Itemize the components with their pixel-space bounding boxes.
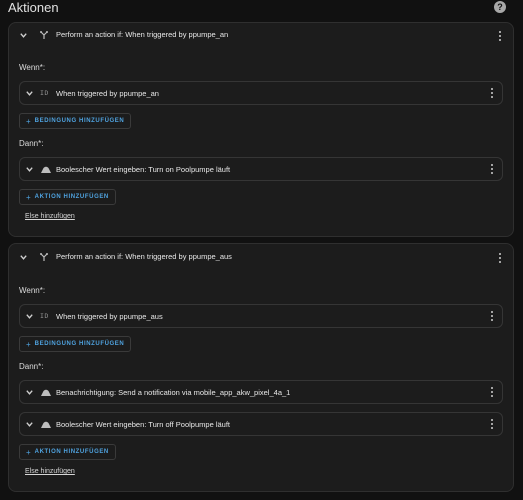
- more-menu-icon[interactable]: [489, 418, 495, 430]
- choose-action-card: Perform an action if: When triggered by …: [8, 243, 514, 492]
- action-title: Boolescher Wert eingeben: Turn off Poolp…: [56, 420, 230, 429]
- choose-branch-icon: [38, 30, 50, 40]
- card-title: Perform an action if: When triggered by …: [56, 30, 229, 39]
- service-icon: [40, 419, 52, 429]
- plus-icon: +: [26, 447, 31, 457]
- add-condition-button[interactable]: + BEDINGUNG HINZUFÜGEN: [19, 113, 132, 129]
- page-header: Aktionen ?: [0, 0, 523, 18]
- section-label-wenn: Wenn*:: [19, 286, 46, 295]
- condition-row[interactable]: ID When triggered by ppumpe_an: [19, 81, 503, 105]
- plus-icon: +: [26, 116, 31, 126]
- more-menu-icon[interactable]: [489, 163, 495, 175]
- condition-title: When triggered by ppumpe_aus: [56, 312, 163, 321]
- card-header[interactable]: Perform an action if: When triggered by …: [9, 23, 513, 49]
- add-else-link[interactable]: Else hinzufügen: [25, 468, 75, 475]
- more-menu-icon[interactable]: [489, 87, 495, 99]
- action-title: Benachrichtigung: Send a notification vi…: [56, 388, 291, 397]
- section-label-dann: Dann*:: [19, 362, 44, 371]
- more-menu-icon[interactable]: [489, 386, 495, 398]
- plus-icon: +: [26, 192, 31, 202]
- page-title: Aktionen: [8, 0, 59, 15]
- more-menu-icon[interactable]: [497, 30, 503, 42]
- plus-icon: +: [26, 339, 31, 349]
- help-icon[interactable]: ?: [494, 1, 506, 13]
- more-menu-icon[interactable]: [489, 310, 495, 322]
- add-action-label: AKTION HINZUFÜGEN: [34, 194, 109, 200]
- chevron-down-icon[interactable]: [24, 419, 34, 429]
- add-action-button[interactable]: + AKTION HINZUFÜGEN: [19, 444, 116, 460]
- chevron-down-icon[interactable]: [24, 311, 34, 321]
- more-menu-icon[interactable]: [497, 252, 503, 264]
- section-label-dann: Dann*:: [19, 139, 44, 148]
- chevron-down-icon[interactable]: [18, 30, 28, 40]
- choose-action-card: Perform an action if: When triggered by …: [8, 22, 514, 237]
- service-icon: [40, 387, 52, 397]
- action-row[interactable]: Boolescher Wert eingeben: Turn on Poolpu…: [19, 157, 503, 181]
- section-label-wenn: Wenn*:: [19, 63, 46, 72]
- condition-row[interactable]: ID When triggered by ppumpe_aus: [19, 304, 503, 328]
- add-condition-button[interactable]: + BEDINGUNG HINZUFÜGEN: [19, 336, 132, 352]
- service-icon: [40, 164, 52, 174]
- trigger-id-icon: ID: [40, 313, 49, 320]
- add-condition-label: BEDINGUNG HINZUFÜGEN: [34, 341, 125, 347]
- chevron-down-icon[interactable]: [18, 252, 28, 262]
- action-row[interactable]: Boolescher Wert eingeben: Turn off Poolp…: [19, 412, 503, 436]
- action-title: Boolescher Wert eingeben: Turn on Poolpu…: [56, 165, 231, 174]
- card-header[interactable]: Perform an action if: When triggered by …: [9, 244, 513, 270]
- add-condition-label: BEDINGUNG HINZUFÜGEN: [34, 118, 125, 124]
- chevron-down-icon[interactable]: [24, 387, 34, 397]
- trigger-id-icon: ID: [40, 90, 49, 97]
- condition-title: When triggered by ppumpe_an: [56, 89, 159, 98]
- action-row[interactable]: Benachrichtigung: Send a notification vi…: [19, 380, 503, 404]
- card-title: Perform an action if: When triggered by …: [56, 252, 232, 261]
- chevron-down-icon[interactable]: [24, 88, 34, 98]
- add-action-label: AKTION HINZUFÜGEN: [34, 449, 109, 455]
- chevron-down-icon[interactable]: [24, 164, 34, 174]
- add-action-button[interactable]: + AKTION HINZUFÜGEN: [19, 189, 116, 205]
- add-else-link[interactable]: Else hinzufügen: [25, 213, 75, 220]
- choose-branch-icon: [38, 252, 50, 262]
